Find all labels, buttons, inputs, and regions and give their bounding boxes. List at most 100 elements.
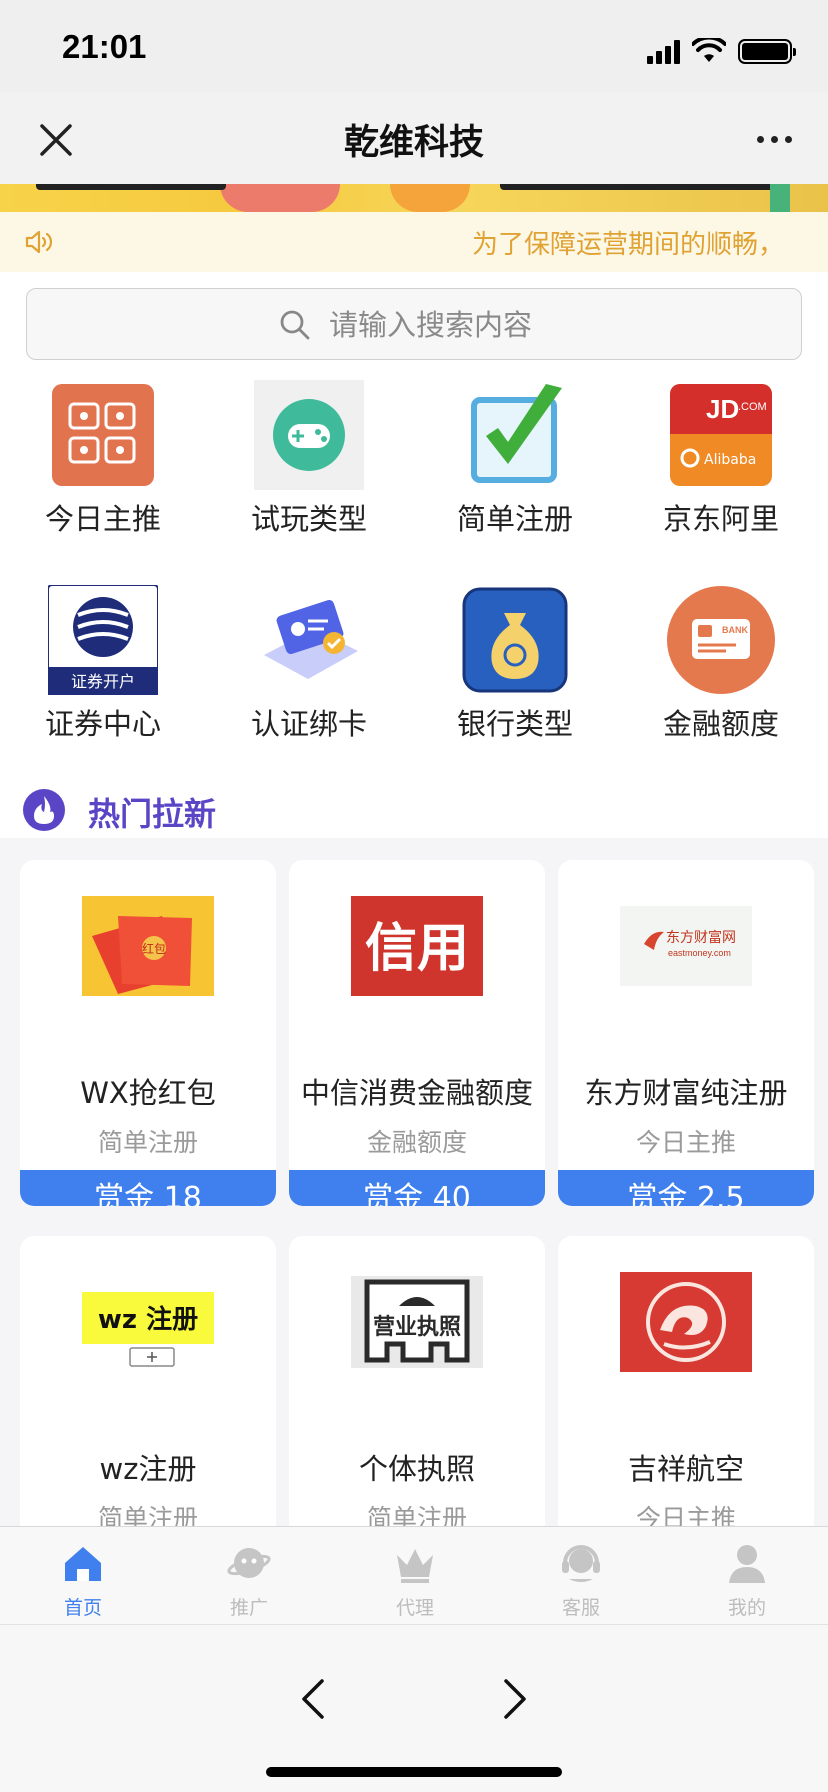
product-name: 东方财富纯注册 (584, 1076, 788, 1110)
product-name: 吉祥航空 (627, 1452, 744, 1486)
category-item[interactable]: 今日主推 (0, 372, 206, 572)
hot-section-header: 热门拉新 (0, 772, 828, 838)
business-license-image: 营业执照 (351, 1276, 483, 1368)
id-card-icon (264, 600, 358, 679)
svg-text:.COM: .COM (738, 401, 767, 413)
headset-icon (562, 1545, 600, 1582)
tab-promote[interactable]: 推广 (166, 1527, 332, 1625)
tab-label: 客服 (561, 1597, 600, 1619)
category-label: 今日主推 (44, 502, 161, 536)
search-input[interactable] (329, 304, 769, 346)
category-item[interactable]: 银行类型 (412, 577, 618, 777)
juneyao-logo-image (620, 1272, 752, 1372)
status-time: 21:01 (62, 28, 147, 65)
section-title: 热门拉新 (88, 795, 217, 833)
forward-arrow-icon[interactable] (500, 1677, 530, 1721)
tab-service[interactable]: 客服 (498, 1527, 664, 1625)
bank-card-icon: BANK (667, 586, 775, 694)
tab-agent[interactable]: 代理 (332, 1527, 498, 1625)
license-text: 营业执照 (373, 1315, 461, 1340)
category-item[interactable]: 认证绑卡 (206, 577, 412, 777)
wz-register-image: wz 注册 (82, 1292, 214, 1367)
tab-label: 我的 (727, 1597, 766, 1619)
category-label: 试玩类型 (250, 502, 367, 536)
eastmoney-text: 东方财富网 (666, 929, 736, 946)
product-name: 中信消费金融额度 (300, 1076, 533, 1110)
reward-button[interactable]: 赏金 18 (20, 1170, 276, 1206)
crown-icon (397, 1549, 433, 1583)
wz-register-text: wz 注册 (98, 1304, 198, 1335)
securities-logo: 证券开户 (48, 585, 158, 695)
eastmoney-subtext: eastmoney.com (668, 948, 731, 958)
money-bag-icon (462, 587, 568, 693)
svg-text:Alibaba: Alibaba (704, 452, 756, 468)
category-label: 金融额度 (662, 707, 779, 741)
product-type: 今日主推 (635, 1128, 736, 1157)
notice-bar[interactable]: 为了保障运营期间的顺畅， (0, 212, 828, 272)
tab-mine[interactable]: 我的 (664, 1527, 828, 1625)
product-name: WX抢红包 (80, 1076, 216, 1110)
eastmoney-logo-image: 东方财富网 eastmoney.com (620, 906, 752, 986)
battery-icon (738, 39, 796, 64)
product-type: 今日主推 (635, 1504, 736, 1526)
tab-home[interactable]: 首页 (0, 1527, 166, 1625)
gamepad-icon (254, 380, 364, 490)
notice-text: 为了保障运营期间的顺畅， (471, 230, 784, 260)
category-label: 证券中心 (44, 707, 161, 741)
page-title: 乾维科技 (343, 123, 484, 163)
category-grid: 今日主推 试玩类型 简单注册 JD .COM Alibaba 京东阿里 证券开户… (0, 372, 828, 772)
product-name: 个体执照 (358, 1452, 475, 1486)
product-card[interactable]: 信用 中信消费金融额度 金融额度 赏金 40 (289, 860, 545, 1206)
securities-badge: 证券开户 (71, 672, 135, 691)
product-card[interactable]: wz 注册 wz注册 简单注册 (20, 1236, 276, 1526)
category-label: 简单注册 (456, 502, 573, 536)
tab-bar: 首页 推广 代理 客服 我的 (0, 1526, 828, 1624)
status-icons (647, 36, 796, 64)
home-icon (65, 1547, 101, 1581)
red-envelope-image: 红包 (82, 896, 214, 996)
category-item[interactable]: 证券开户 证券中心 (0, 577, 206, 777)
category-item[interactable]: 简单注册 (412, 372, 618, 572)
red-envelope-text: 红包 (142, 941, 166, 956)
category-item[interactable]: BANK 金融额度 (618, 577, 824, 777)
product-name: wz注册 (99, 1452, 197, 1486)
xinyong-text: 信用 (365, 918, 469, 979)
product-list: 红包 WX抢红包 简单注册 赏金 18 信用 中信消费金融额度 金融额度 赏金 … (0, 838, 828, 1526)
search-box[interactable] (26, 288, 802, 360)
reward-button[interactable]: 赏金 40 (289, 1170, 545, 1206)
category-label: 认证绑卡 (250, 707, 367, 741)
tab-label: 推广 (229, 1597, 268, 1619)
wifi-icon (692, 38, 726, 62)
category-item[interactable]: JD .COM Alibaba 京东阿里 (618, 372, 824, 572)
status-bar: 21:01 (0, 0, 828, 92)
xinyong-logo-image: 信用 (351, 896, 483, 996)
back-arrow-icon[interactable] (298, 1677, 328, 1721)
category-label: 京东阿里 (662, 502, 779, 536)
product-card[interactable]: 东方财富网 eastmoney.com 东方财富纯注册 今日主推 赏金 2.5 (558, 860, 814, 1206)
category-item[interactable]: 试玩类型 (206, 372, 412, 572)
planet-icon (227, 1548, 271, 1578)
product-type: 简单注册 (97, 1128, 198, 1157)
product-card[interactable]: 吉祥航空 今日主推 (558, 1236, 814, 1526)
bank-badge: BANK (722, 625, 748, 635)
reward-button[interactable]: 赏金 2.5 (558, 1170, 814, 1206)
jd-alibaba-logo: JD .COM Alibaba (670, 384, 772, 486)
browser-toolbar (0, 1624, 828, 1792)
home-indicator[interactable] (266, 1767, 562, 1777)
recommend-grid-icon (52, 384, 154, 486)
product-type: 金融额度 (366, 1128, 467, 1157)
tab-label: 代理 (395, 1597, 434, 1619)
checkmark-icon (471, 384, 562, 483)
search-section (0, 272, 828, 372)
product-type: 简单注册 (366, 1504, 467, 1526)
product-type: 简单注册 (97, 1504, 198, 1526)
signal-icon (647, 40, 680, 64)
more-icon[interactable] (757, 136, 792, 143)
nav-bar: 乾维科技 (0, 92, 828, 184)
speaker-icon (25, 230, 53, 254)
banner-image[interactable] (0, 184, 828, 212)
product-card[interactable]: 红包 WX抢红包 简单注册 赏金 18 (20, 860, 276, 1206)
user-icon (729, 1545, 765, 1583)
svg-text:JD: JD (706, 394, 739, 424)
product-card[interactable]: 营业执照 个体执照 简单注册 (289, 1236, 545, 1526)
